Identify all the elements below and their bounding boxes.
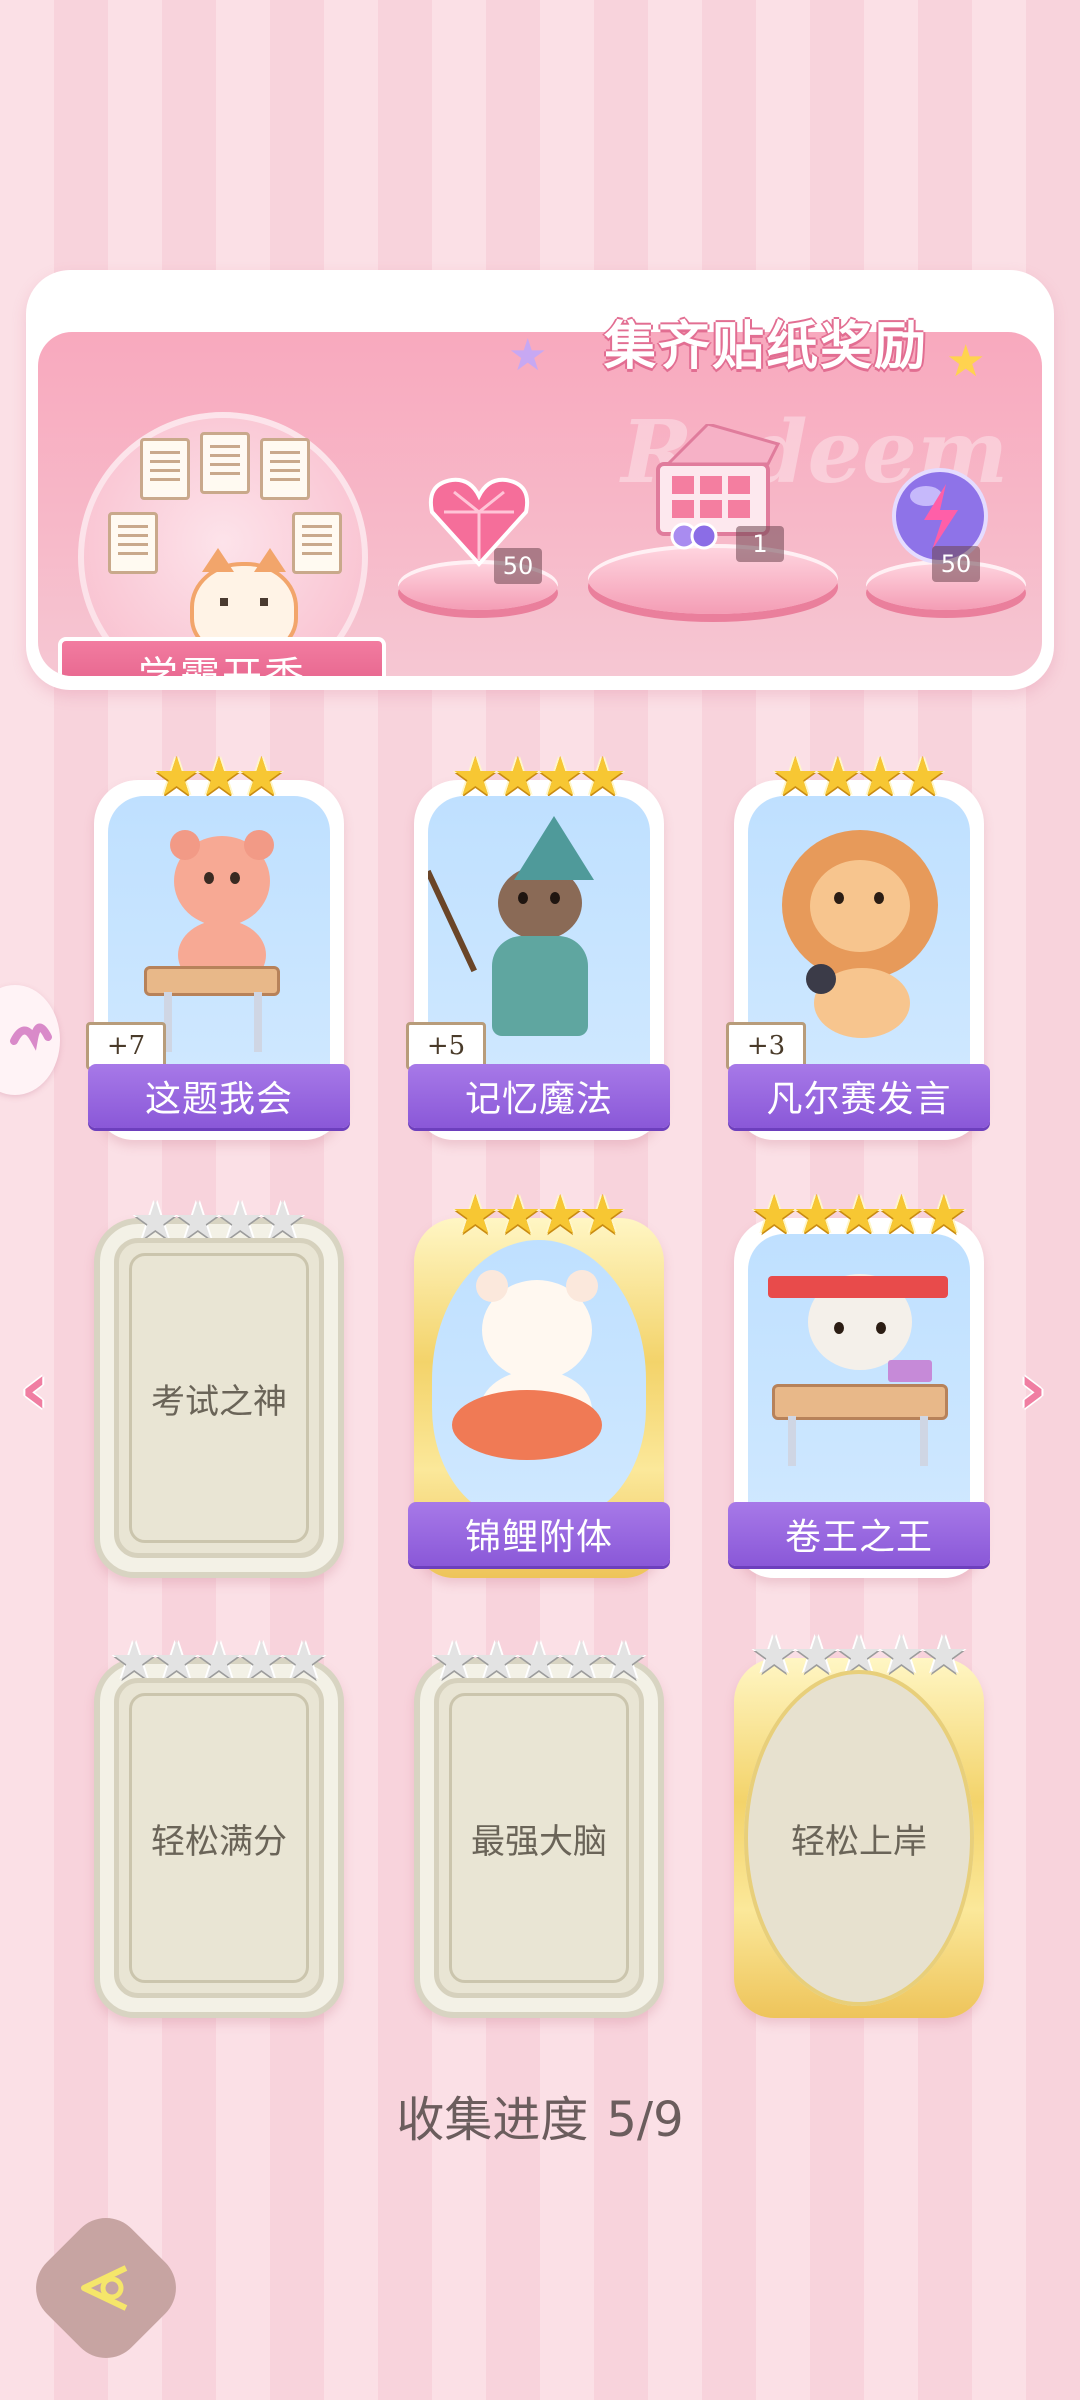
reward-gift-box[interactable]: 1 [638, 422, 788, 564]
card-name: 卷王之王 [728, 1502, 990, 1566]
bonus-badge: +7 [86, 1022, 166, 1070]
sticker-card-locked[interactable]: ★ ★ ★ ★ ★ 最强大脑 [414, 1634, 664, 2018]
document-icon [108, 512, 158, 574]
back-button[interactable] [21, 2203, 191, 2373]
book-icon [888, 1360, 932, 1382]
sticker-card[interactable]: ★ ★ ★ +7 这题我会 [86, 750, 350, 1140]
progress-label: 收集进度 [396, 2092, 589, 2148]
prev-page-arrow[interactable]: ‹ [20, 1348, 49, 1430]
reward-count: 50 [494, 548, 542, 584]
side-pull-tab[interactable] [0, 985, 60, 1095]
document-icon [140, 438, 190, 500]
star-decoration-icon: ★ [946, 336, 986, 387]
sticker-card-locked[interactable]: ★ ★ ★ ★ ★ 轻松上岸 [734, 1628, 984, 2018]
sticker-card[interactable]: ★ ★ ★ ★ +5 记忆魔法 [406, 750, 670, 1140]
collection-progress: 收集进度 5/9 [0, 2080, 1080, 2150]
card-name: 轻松满分 [151, 1821, 287, 1862]
card-name: 这题我会 [88, 1064, 350, 1128]
star-rating: ★ ★ ★ ★ [734, 744, 984, 804]
flower-icon [10, 1023, 52, 1051]
card-name: 锦鲤附体 [408, 1502, 670, 1566]
wizard-robe [492, 936, 588, 1036]
bear-with-koi-illustration [432, 1240, 646, 1520]
cat-studying-illustration [748, 1234, 970, 1520]
theme-name-ribbon: 学霸开秀 [58, 637, 386, 676]
magic-wand-icon [428, 869, 477, 973]
card-name: 轻松上岸 [791, 1821, 927, 1862]
star-icon: ★ [493, 1183, 542, 1246]
reward-count: 50 [932, 546, 980, 582]
wizard-hat-icon [514, 816, 594, 880]
bonus-badge: +5 [406, 1022, 486, 1070]
headband-icon [768, 1276, 948, 1298]
koi-fish-icon [452, 1390, 602, 1460]
back-arrow-icon [81, 2265, 128, 2311]
next-page-arrow[interactable]: › [1018, 1348, 1047, 1430]
reward-energy-orb[interactable]: 50 [890, 466, 1000, 582]
banner-title: 集齐贴纸奖励 [603, 316, 928, 377]
star-rating: ★ ★ ★ ★ ★ [734, 1182, 984, 1242]
sticker-card[interactable]: ★ ★ ★ ★ ★ 卷王之王 [728, 1188, 990, 1578]
reward-banner: Redeem 学霸开秀 50 [26, 270, 1054, 690]
lion-face [810, 860, 910, 952]
reward-diamond[interactable]: 50 [424, 472, 542, 584]
card-name: 最强大脑 [471, 1821, 607, 1862]
microphone-icon [806, 964, 836, 994]
star-icon: ★ [578, 1183, 627, 1246]
star-icon: ★ [536, 1183, 585, 1246]
progress-value: 5/9 [606, 2092, 684, 2148]
reward-count: 1 [736, 526, 784, 562]
banner-panel: Redeem 学霸开秀 50 [38, 332, 1042, 676]
bonus-badge: +3 [726, 1022, 806, 1070]
document-icon [260, 438, 310, 500]
sticker-card-locked[interactable]: ★ ★ ★ ★ ★ 轻松满分 [94, 1634, 344, 2018]
card-name: 凡尔赛发言 [728, 1064, 990, 1128]
document-icon [200, 432, 250, 494]
star-rating: ★ ★ ★ ★ [414, 744, 664, 804]
star-icon: ★ [451, 1183, 500, 1246]
sticker-card-locked[interactable]: ★ ★ ★ ★ 考试之神 [94, 1194, 344, 1578]
document-icon [292, 512, 342, 574]
card-name: 考试之神 [151, 1381, 287, 1422]
star-rating: ★ ★ ★ [94, 744, 344, 804]
sticker-card[interactable]: ★ ★ ★ ★ +3 凡尔赛发言 [726, 750, 990, 1140]
desk [772, 1384, 948, 1420]
star-decoration-icon: ★ [508, 330, 548, 381]
card-name: 记忆魔法 [408, 1064, 670, 1128]
sticker-card[interactable]: ★ ★ ★ ★ 锦鲤附体 [408, 1188, 670, 1578]
star-rating: ★ ★ ★ ★ [414, 1182, 664, 1242]
